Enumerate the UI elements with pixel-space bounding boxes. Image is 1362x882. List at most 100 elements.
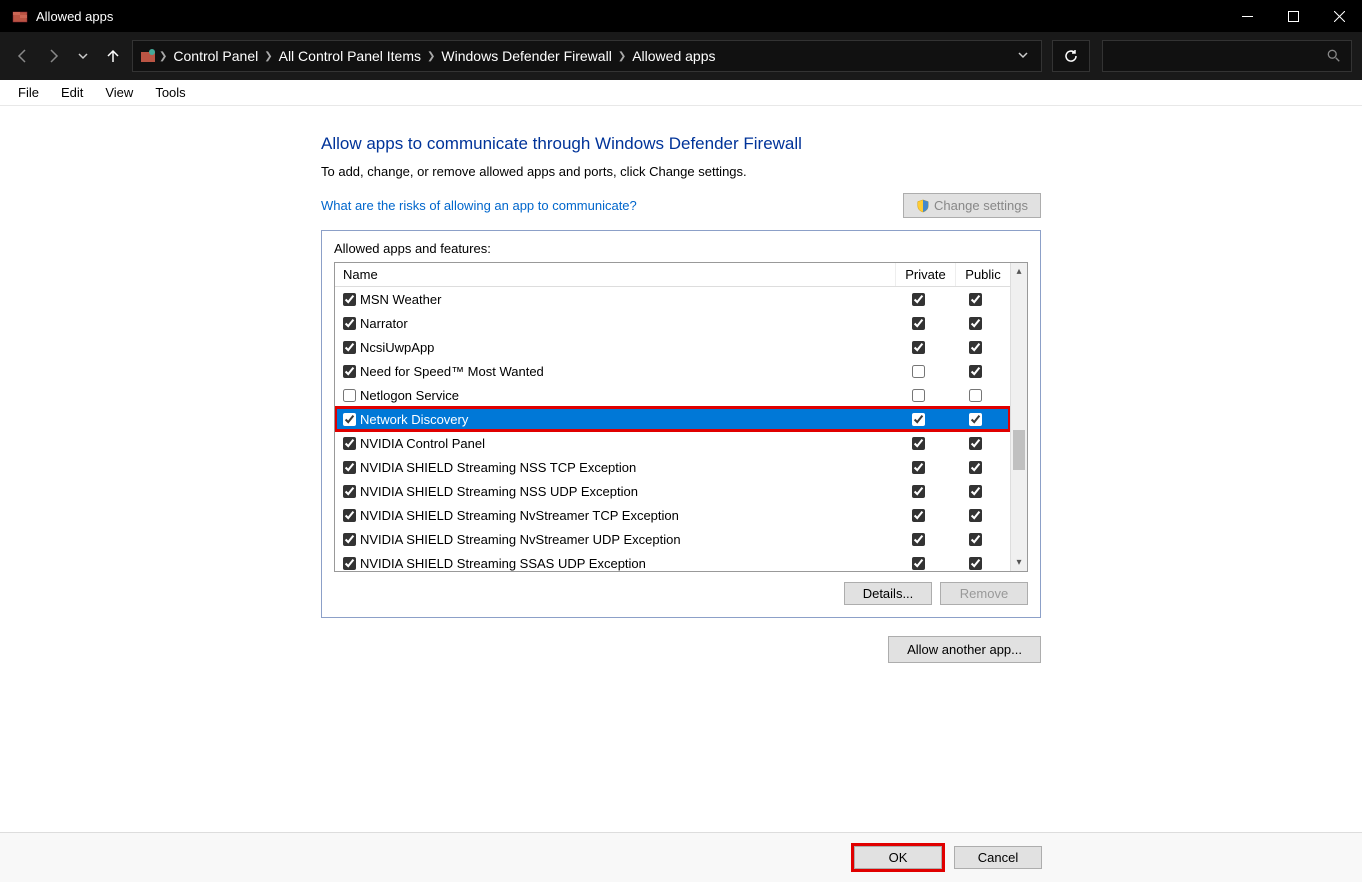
app-name-label: NVIDIA SHIELD Streaming NSS UDP Exceptio… <box>358 484 888 499</box>
table-row[interactable]: NVIDIA SHIELD Streaming SSAS UDP Excepti… <box>335 551 1010 571</box>
panel-title: Allowed apps and features: <box>334 241 1028 256</box>
app-name-label: NcsiUwpApp <box>358 340 888 355</box>
public-checkbox[interactable] <box>969 413 982 426</box>
app-name-label: NVIDIA Control Panel <box>358 436 888 451</box>
table-row[interactable]: NVIDIA SHIELD Streaming NSS UDP Exceptio… <box>335 479 1010 503</box>
app-enabled-checkbox[interactable] <box>343 293 356 306</box>
menu-file[interactable]: File <box>8 83 49 102</box>
ok-button[interactable]: OK <box>854 846 942 869</box>
table-row[interactable]: Need for Speed™ Most Wanted <box>335 359 1010 383</box>
app-enabled-checkbox[interactable] <box>343 533 356 546</box>
chevron-down-icon[interactable] <box>1011 49 1035 64</box>
private-checkbox[interactable] <box>912 293 925 306</box>
private-checkbox[interactable] <box>912 461 925 474</box>
app-enabled-checkbox[interactable] <box>343 365 356 378</box>
change-settings-button[interactable]: Change settings <box>903 193 1041 218</box>
private-checkbox[interactable] <box>912 557 925 570</box>
table-row[interactable]: NVIDIA SHIELD Streaming NvStreamer UDP E… <box>335 527 1010 551</box>
private-checkbox[interactable] <box>912 533 925 546</box>
table-row[interactable]: MSN Weather <box>335 287 1010 311</box>
chevron-right-icon[interactable]: ❯ <box>618 51 626 62</box>
menu-edit[interactable]: Edit <box>51 83 93 102</box>
private-checkbox[interactable] <box>912 485 925 498</box>
app-enabled-checkbox[interactable] <box>343 485 356 498</box>
main-content: Allow apps to communicate through Window… <box>321 106 1041 832</box>
app-name-label: Narrator <box>358 316 888 331</box>
private-checkbox[interactable] <box>912 365 925 378</box>
search-input[interactable] <box>1102 40 1352 72</box>
scroll-track[interactable] <box>1011 280 1027 554</box>
private-checkbox[interactable] <box>912 317 925 330</box>
public-checkbox[interactable] <box>969 293 982 306</box>
apps-listbox: Name Private Public MSN Weather Narrator N… <box>334 262 1028 572</box>
private-checkbox[interactable] <box>912 389 925 402</box>
app-name-label: MSN Weather <box>358 292 888 307</box>
table-row[interactable]: NVIDIA Control Panel <box>335 431 1010 455</box>
public-checkbox[interactable] <box>969 317 982 330</box>
scroll-down-button[interactable]: ▾ <box>1011 554 1027 571</box>
app-enabled-checkbox[interactable] <box>343 461 356 474</box>
table-row[interactable]: Narrator <box>335 311 1010 335</box>
app-enabled-checkbox[interactable] <box>343 509 356 522</box>
refresh-button[interactable] <box>1052 40 1090 72</box>
column-header-private[interactable]: Private <box>896 263 956 286</box>
up-button[interactable] <box>100 43 126 69</box>
public-checkbox[interactable] <box>969 533 982 546</box>
back-button[interactable] <box>10 43 36 69</box>
close-button[interactable] <box>1316 0 1362 32</box>
chevron-right-icon[interactable]: ❯ <box>159 51 167 62</box>
menu-view[interactable]: View <box>95 83 143 102</box>
scroll-up-button[interactable]: ▴ <box>1011 263 1027 280</box>
private-checkbox[interactable] <box>912 437 925 450</box>
public-checkbox[interactable] <box>969 437 982 450</box>
shield-icon <box>916 199 930 213</box>
breadcrumb-seg-3[interactable]: Windows Defender Firewall <box>435 48 617 64</box>
public-checkbox[interactable] <box>969 557 982 570</box>
table-row[interactable]: NVIDIA SHIELD Streaming NvStreamer TCP E… <box>335 503 1010 527</box>
breadcrumb-seg-4[interactable]: Allowed apps <box>626 48 721 64</box>
public-checkbox[interactable] <box>969 341 982 354</box>
forward-button[interactable] <box>40 43 66 69</box>
app-enabled-checkbox[interactable] <box>343 317 356 330</box>
app-name-label: NVIDIA SHIELD Streaming NvStreamer UDP E… <box>358 532 888 547</box>
public-checkbox[interactable] <box>969 365 982 378</box>
table-row[interactable]: NVIDIA SHIELD Streaming NSS TCP Exceptio… <box>335 455 1010 479</box>
public-checkbox[interactable] <box>969 461 982 474</box>
maximize-button[interactable] <box>1270 0 1316 32</box>
allow-another-app-button[interactable]: Allow another app... <box>888 636 1041 663</box>
breadcrumb-seg-2[interactable]: All Control Panel Items <box>273 48 427 64</box>
public-checkbox[interactable] <box>969 389 982 402</box>
app-name-label: Netlogon Service <box>358 388 888 403</box>
scroll-thumb[interactable] <box>1013 430 1025 470</box>
app-enabled-checkbox[interactable] <box>343 437 356 450</box>
app-enabled-checkbox[interactable] <box>343 389 356 402</box>
breadcrumb[interactable]: ❯ Control Panel ❯ All Control Panel Item… <box>132 40 1042 72</box>
app-enabled-checkbox[interactable] <box>343 557 356 570</box>
app-name-label: NVIDIA SHIELD Streaming NvStreamer TCP E… <box>358 508 888 523</box>
remove-button[interactable]: Remove <box>940 582 1028 605</box>
column-header-public[interactable]: Public <box>956 263 1010 286</box>
recent-dropdown[interactable] <box>70 43 96 69</box>
private-checkbox[interactable] <box>912 341 925 354</box>
chevron-right-icon[interactable]: ❯ <box>264 51 272 62</box>
app-enabled-checkbox[interactable] <box>343 341 356 354</box>
breadcrumb-seg-1[interactable]: Control Panel <box>167 48 264 64</box>
table-row[interactable]: NcsiUwpApp <box>335 335 1010 359</box>
chevron-right-icon[interactable]: ❯ <box>427 51 435 62</box>
cancel-button[interactable]: Cancel <box>954 846 1042 869</box>
menu-tools[interactable]: Tools <box>145 83 195 102</box>
private-checkbox[interactable] <box>912 413 925 426</box>
app-enabled-checkbox[interactable] <box>343 413 356 426</box>
vertical-scrollbar[interactable]: ▴ ▾ <box>1010 263 1027 571</box>
app-name-label: NVIDIA SHIELD Streaming NSS TCP Exceptio… <box>358 460 888 475</box>
navbar: ❯ Control Panel ❯ All Control Panel Item… <box>0 32 1362 80</box>
column-header-name[interactable]: Name <box>335 263 896 286</box>
minimize-button[interactable] <box>1224 0 1270 32</box>
public-checkbox[interactable] <box>969 485 982 498</box>
public-checkbox[interactable] <box>969 509 982 522</box>
table-row[interactable]: Netlogon Service <box>335 383 1010 407</box>
details-button[interactable]: Details... <box>844 582 932 605</box>
table-row[interactable]: Network Discovery <box>335 407 1010 431</box>
risks-link[interactable]: What are the risks of allowing an app to… <box>321 198 637 213</box>
private-checkbox[interactable] <box>912 509 925 522</box>
